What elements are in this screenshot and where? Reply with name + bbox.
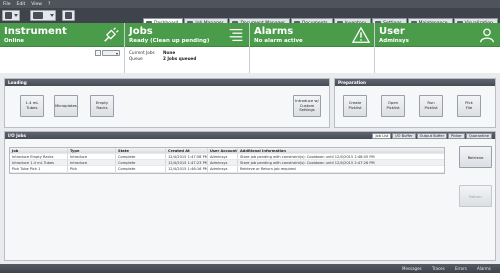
instrument-select[interactable] bbox=[102, 50, 120, 56]
retrieve-button[interactable]: Retrieve bbox=[459, 146, 492, 168]
preparation-panel-title: Preparation bbox=[335, 79, 495, 86]
load-tubes-button[interactable]: 1.4 mL Tubes bbox=[20, 95, 44, 117]
run-picklist-button[interactable]: Run Picklist bbox=[419, 95, 443, 117]
warning-icon bbox=[352, 26, 370, 43]
tab-io-buffer[interactable]: I/O Buffer bbox=[392, 133, 416, 139]
create-picklist-button[interactable]: Create Picklist bbox=[343, 95, 367, 117]
column-header-additional-info[interactable]: Additional Information bbox=[238, 148, 444, 153]
toolbar: Dashboard Job Manager Document Manager D… bbox=[0, 8, 500, 28]
queue-label: Queue bbox=[129, 56, 143, 61]
cell-state: Complete bbox=[116, 160, 166, 166]
jobs-table: Job Type State Created At User Account A… bbox=[9, 147, 445, 174]
jobs-tile[interactable]: Jobs Ready (Clean up pending) Current Jo… bbox=[125, 23, 250, 73]
introduce-custom-settings-button[interactable]: Introduce w/ Custom Settings bbox=[293, 95, 321, 117]
list-icon bbox=[229, 28, 243, 42]
cell-additional-info: Store job pending with constraint(s): Co… bbox=[240, 155, 375, 159]
cell-job: Pick Tube Pick 1 bbox=[10, 166, 68, 172]
tab-job-list[interactable]: Job List bbox=[372, 133, 392, 139]
preparation-panel: Preparation Create Picklist Open Picklis… bbox=[334, 78, 496, 128]
copy-button[interactable] bbox=[62, 10, 75, 21]
cell-job: Introduce Empty Racks bbox=[10, 154, 68, 160]
cell-additional-info: Retrieve or Return job required bbox=[240, 167, 296, 172]
queue-row: Queue 2 Jobs queued bbox=[129, 56, 245, 62]
statusbar-messages[interactable]: Messages bbox=[402, 266, 422, 271]
status-tiles: Instrument Online Jobs Ready (Clean up p… bbox=[0, 23, 500, 73]
column-header-job[interactable]: Job bbox=[10, 148, 68, 153]
load-microplates-button[interactable]: Microplates bbox=[54, 95, 78, 117]
tab-quarantine[interactable]: Quarantine bbox=[465, 133, 492, 139]
menu-edit[interactable]: Edit bbox=[17, 2, 26, 7]
statusbar-alarms[interactable]: Alarms bbox=[477, 266, 491, 271]
statusbar-errors[interactable]: Errors bbox=[455, 266, 467, 271]
alarms-tile[interactable]: Alarms No alarm active bbox=[250, 23, 375, 73]
chevron-down-icon bbox=[14, 14, 18, 17]
instrument-action-button[interactable] bbox=[95, 50, 101, 56]
cell-job: Introduce 1.4 mL Tubes bbox=[10, 160, 68, 166]
column-header-user-account[interactable]: User Account bbox=[208, 148, 238, 153]
cell-state: Complete bbox=[116, 154, 166, 160]
loading-panel: Loading 1.4 mL Tubes Microplates Empty R… bbox=[4, 78, 330, 128]
instrument-icon bbox=[5, 12, 12, 19]
instrument-tile[interactable]: Instrument Online bbox=[0, 23, 125, 73]
folder-icon bbox=[33, 12, 43, 19]
app-window: File Edit View ? Dashboard Job Manager D… bbox=[0, 0, 500, 273]
io-jobs-tabs: Job List I/O Buffer Output Buffer Picker… bbox=[372, 133, 492, 139]
cell-state: Complete bbox=[116, 166, 166, 172]
status-bar: Messages Traces Errors Alarms bbox=[0, 264, 500, 273]
menu-help[interactable]: ? bbox=[48, 2, 50, 7]
cell-created-at: 12/4/2015 1:47:23 PM bbox=[168, 160, 208, 166]
copy-icon bbox=[65, 12, 72, 19]
cell-type: Introduce bbox=[68, 154, 116, 160]
open-picklist-button[interactable]: Open Picklist bbox=[381, 95, 405, 117]
cell-created-at: 12/4/2015 1:46:16 PM bbox=[168, 166, 208, 172]
tab-picker[interactable]: Picker bbox=[448, 133, 465, 139]
cell-user-account: Adminsys bbox=[208, 154, 238, 160]
instrument-dropdown-button[interactable] bbox=[2, 10, 20, 21]
return-button[interactable]: Return bbox=[459, 185, 492, 207]
menu-file[interactable]: File bbox=[3, 2, 11, 7]
column-header-state[interactable]: State bbox=[116, 148, 166, 153]
cell-created-at: 12/4/2015 1:47:58 PM bbox=[168, 154, 208, 160]
load-empty-racks-button[interactable]: Empty Racks bbox=[90, 95, 114, 117]
cell-user-account: Adminsys bbox=[208, 166, 238, 172]
queue-value: 2 Jobs queued bbox=[163, 56, 197, 61]
user-icon bbox=[480, 28, 494, 43]
cell-user-account: Adminsys bbox=[208, 160, 238, 166]
menu-bar: File Edit View ? bbox=[0, 0, 500, 8]
io-jobs-panel: I/O Jobs Job List I/O Buffer Output Buff… bbox=[4, 131, 496, 261]
table-row[interactable]: Pick Tube Pick 1 Pick Complete 12/4/2015… bbox=[10, 166, 444, 173]
cell-type: Pick bbox=[68, 166, 116, 172]
cell-additional-info: Store job pending with constraint(s): Co… bbox=[240, 161, 375, 166]
user-tile[interactable]: User Adminsys bbox=[375, 23, 500, 73]
column-header-type[interactable]: Type bbox=[68, 148, 116, 153]
chevron-down-icon bbox=[116, 52, 118, 55]
folder-dropdown-button[interactable] bbox=[30, 10, 56, 21]
statusbar-traces[interactable]: Traces bbox=[432, 266, 445, 271]
plug-icon bbox=[104, 27, 119, 42]
loading-panel-title: Loading bbox=[5, 79, 329, 86]
chevron-down-icon bbox=[50, 14, 54, 17]
column-header-created-at[interactable]: Created At bbox=[166, 148, 208, 153]
menu-view[interactable]: View bbox=[31, 2, 42, 7]
cell-type: Introduce bbox=[68, 160, 116, 166]
tab-output-buffer[interactable]: Output Buffer bbox=[416, 133, 448, 139]
pick-file-button[interactable]: Pick File bbox=[457, 95, 481, 117]
